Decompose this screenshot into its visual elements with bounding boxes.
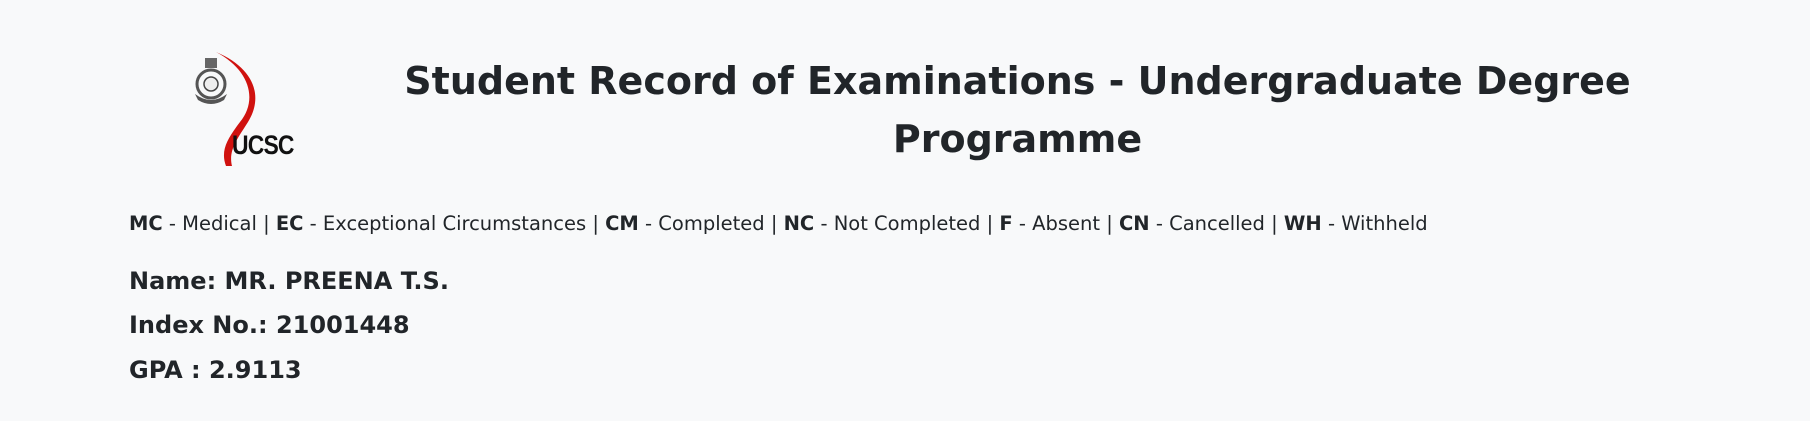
- legend-item: CN - Cancelled: [1119, 212, 1265, 235]
- gpa-label: GPA :: [129, 356, 201, 384]
- name-value: MR. PREENA T.S.: [224, 267, 449, 295]
- student-index: Index No.: 21001448: [129, 311, 410, 339]
- index-value: 21001448: [275, 311, 410, 339]
- index-label: Index No.:: [129, 311, 268, 339]
- legend-item: NC - Not Completed: [783, 212, 981, 235]
- gpa-value: 2.9113: [208, 356, 302, 384]
- status-legend: MC - Medical | EC - Exceptional Circumst…: [129, 212, 1428, 235]
- legend-meaning: Absent: [1032, 212, 1101, 235]
- legend-meaning: Medical: [182, 212, 257, 235]
- legend-item: CM - Completed: [605, 212, 765, 235]
- ucsc-logo: UCSC: [188, 50, 300, 168]
- legend-meaning: Withheld: [1341, 212, 1428, 235]
- legend-item: MC - Medical: [129, 212, 257, 235]
- legend-meaning: Not Completed: [833, 212, 981, 235]
- legend-item: F - Absent: [999, 212, 1101, 235]
- name-label: Name:: [129, 267, 217, 295]
- legend-code: CM: [605, 212, 639, 235]
- student-gpa: GPA : 2.9113: [129, 356, 302, 384]
- legend-code: WH: [1283, 212, 1322, 235]
- legend-meaning: Cancelled: [1169, 212, 1265, 235]
- legend-code: MC: [129, 212, 163, 235]
- legend-meaning: Exceptional Circumstances: [322, 212, 587, 235]
- legend-code: CN: [1119, 212, 1150, 235]
- legend-meaning: Completed: [658, 212, 765, 235]
- page-title: Student Record of Examinations - Undergr…: [404, 59, 1631, 161]
- student-name: Name: MR. PREENA T.S.: [129, 267, 449, 295]
- legend-item: EC - Exceptional Circumstances: [275, 212, 587, 235]
- legend-code: NC: [783, 212, 815, 235]
- legend-code: F: [999, 212, 1013, 235]
- legend-code: EC: [275, 212, 304, 235]
- logo-text: UCSC: [232, 130, 294, 160]
- legend-item: WH - Withheld: [1283, 212, 1428, 235]
